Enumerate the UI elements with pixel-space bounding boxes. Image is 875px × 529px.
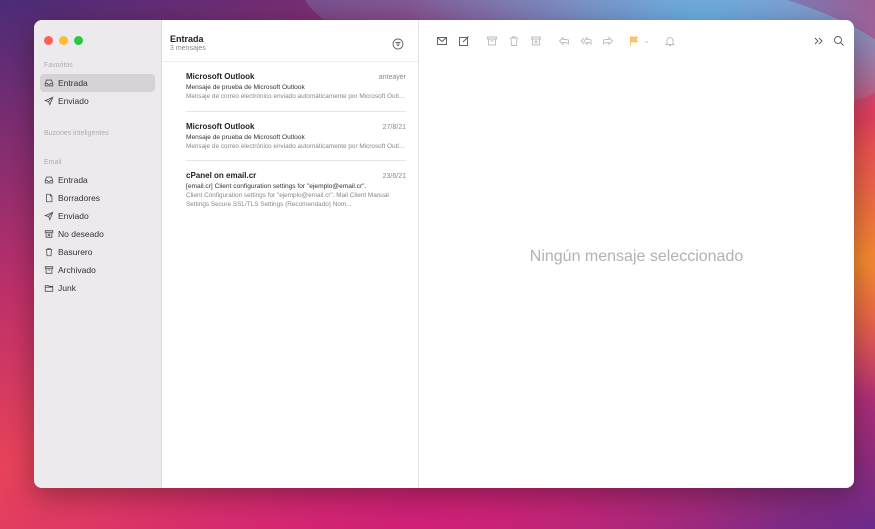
message-subject: [email.cr] Client configuration settings… — [186, 183, 367, 190]
section-smart-mailboxes[interactable]: Buzones inteligentes — [34, 128, 161, 139]
trash-icon — [510, 36, 518, 46]
reply-icon — [558, 36, 569, 46]
message-list-header: Entrada 3 mensajes — [162, 20, 418, 62]
sidebar-item-basurero[interactable]: Basurero — [40, 243, 155, 261]
sidebar-item-label: No deseado — [58, 229, 104, 239]
window-controls — [34, 36, 161, 52]
archive-icon — [487, 36, 497, 46]
message-list: Entrada 3 mensajes Microsoft Outlook ant… — [162, 20, 419, 488]
double-chevron-right-icon — [814, 37, 823, 45]
forward-icon — [603, 36, 614, 46]
bell-icon — [664, 37, 676, 46]
sidebar-item-fav-enviado[interactable]: Enviado — [40, 92, 155, 110]
message-sender: Microsoft Outlook — [186, 72, 255, 81]
chevron-down-icon — [644, 40, 649, 43]
list-item[interactable]: Microsoft Outlook anteayer Mensaje de pr… — [186, 62, 406, 112]
list-item[interactable]: Microsoft Outlook 27/8/21 Mensaje de pru… — [186, 112, 406, 161]
section-favorites[interactable]: Favoritos — [34, 60, 161, 71]
message-subject: Mensaje de prueba de Microsoft Outlook — [186, 84, 305, 91]
folder-icon — [44, 283, 54, 293]
mail-window: Favoritos Entrada Enviado Buzones inteli… — [34, 20, 854, 488]
message-preview: Mensaje de correo electrónico enviado au… — [186, 93, 406, 100]
flag-button[interactable] — [625, 34, 653, 48]
message-viewer: Ningún mensaje seleccionado — [419, 20, 854, 488]
archive-icon — [44, 265, 54, 275]
inbox-icon — [44, 175, 54, 185]
section-email[interactable]: Email — [34, 157, 161, 168]
message-sender: cPanel on email.cr — [186, 171, 257, 180]
search-button[interactable] — [832, 34, 846, 48]
zoom-button[interactable] — [74, 36, 83, 45]
junk-icon — [44, 229, 54, 239]
sidebar-item-no-deseado[interactable]: No deseado — [40, 225, 155, 243]
message-subject: Mensaje de prueba de Microsoft Outlook — [186, 133, 305, 141]
sidebar-item-archivado[interactable]: Archivado — [40, 261, 155, 279]
message-sender: Microsoft Outlook — [186, 121, 255, 131]
trash-icon — [44, 247, 54, 257]
flag-icon — [630, 36, 639, 46]
sidebar: Favoritos Entrada Enviado Buzones inteli… — [34, 20, 162, 488]
sidebar-item-fav-entrada[interactable]: Entrada — [40, 74, 155, 92]
sidebar-item-label: Junk — [58, 283, 76, 293]
sidebar-item-junk[interactable]: Junk — [40, 279, 155, 297]
sidebar-item-label: Entrada — [58, 175, 88, 185]
filter-icon[interactable] — [392, 38, 404, 50]
forward-button[interactable] — [597, 34, 619, 48]
sidebar-item-borradores[interactable]: Borradores — [40, 189, 155, 207]
message-date: anteayer — [378, 74, 406, 81]
mailbox-title: Entrada — [170, 34, 204, 44]
envelope-icon — [437, 37, 447, 45]
inbox-icon — [44, 78, 54, 88]
message-preview: Client Configuration settings for "ejemp… — [186, 192, 389, 208]
get-mail-button[interactable] — [431, 34, 453, 48]
archive-button[interactable] — [481, 34, 503, 48]
message-date: 27/8/21 — [382, 123, 406, 131]
notify-button[interactable] — [659, 34, 681, 48]
sidebar-item-label: Archivado — [58, 265, 96, 275]
sidebar-item-entrada[interactable]: Entrada — [40, 171, 155, 189]
compose-icon — [459, 36, 469, 46]
drafts-icon — [44, 193, 54, 203]
delete-button[interactable] — [503, 34, 525, 48]
minimize-button[interactable] — [59, 36, 68, 45]
reply-all-icon — [580, 36, 592, 46]
no-message-selected: Ningún mensaje seleccionado — [529, 248, 744, 265]
reply-all-button[interactable] — [575, 34, 597, 48]
search-icon — [834, 36, 844, 46]
junk-button[interactable] — [525, 34, 547, 48]
message-count: 3 mensajes — [170, 45, 206, 52]
compose-button[interactable] — [453, 34, 475, 48]
sidebar-item-label: Basurero — [58, 247, 93, 257]
sidebar-item-label: Borradores — [58, 193, 101, 203]
sidebar-item-label: Enviado — [58, 96, 89, 106]
sidebar-item-enviado[interactable]: Enviado — [40, 207, 155, 225]
message-preview: Mensaje de correo electrónico enviado au… — [186, 142, 406, 150]
toolbar — [419, 20, 854, 62]
sent-icon — [44, 211, 54, 221]
sidebar-item-label: Entrada — [58, 78, 88, 88]
junk-icon — [531, 36, 541, 46]
sidebar-item-label: Enviado — [58, 211, 89, 221]
more-toolbar-button[interactable] — [812, 34, 826, 48]
reply-button[interactable] — [553, 34, 575, 48]
list-item[interactable]: cPanel on email.cr 23/6/21 [email.cr] Cl… — [186, 161, 406, 218]
close-button[interactable] — [44, 36, 53, 45]
sent-icon — [44, 96, 54, 106]
toolbar-right — [812, 34, 846, 48]
message-date: 23/6/21 — [382, 173, 406, 180]
